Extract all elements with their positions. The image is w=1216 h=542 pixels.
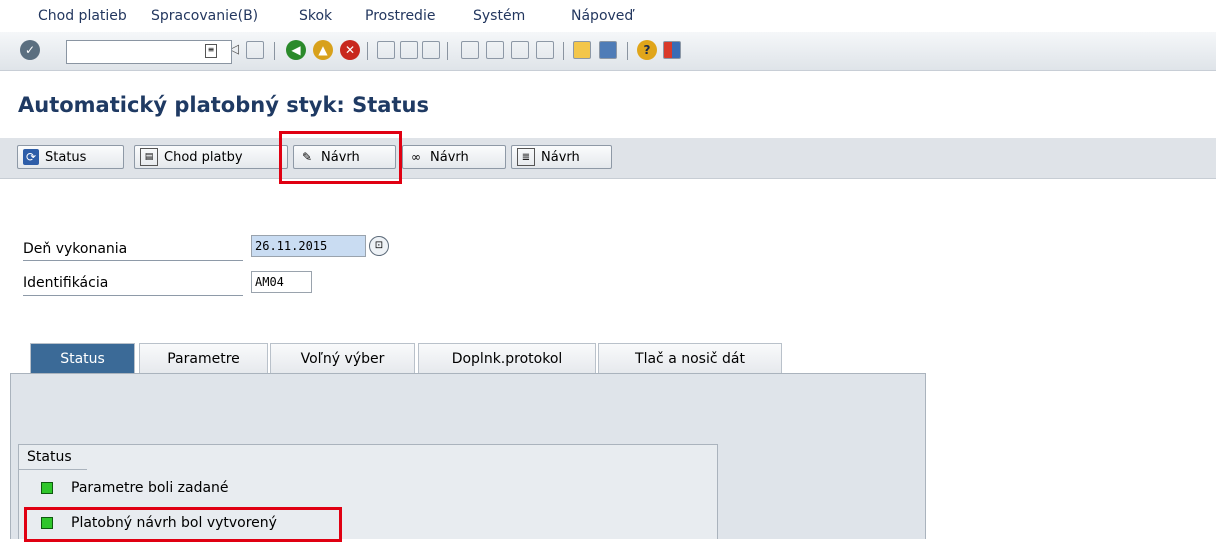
menu-system[interactable]: Systém [473,8,525,24]
print-icon[interactable] [377,41,395,59]
customize-layout-icon[interactable] [663,41,681,59]
status-button[interactable]: ⟳ Status [17,145,124,169]
highlight-proposal-created [24,507,342,542]
save-icon[interactable] [246,41,264,59]
tab-status[interactable]: Status [30,343,135,373]
menu-chod-platieb[interactable]: Chod platieb [38,8,127,24]
title-bar: Automatický platobný styk: Status [0,88,1216,126]
first-page-icon[interactable] [461,41,479,59]
status-item: Parametre boli zadané [41,480,229,496]
glasses-icon: ∞ [411,150,421,164]
run-date-field[interactable]: 26.11.2015 [251,235,366,257]
toolbar-separator [274,42,275,60]
identification-underline [23,295,243,296]
highlight-edit-proposal [279,131,402,184]
enter-icon[interactable]: ✓ [20,40,40,60]
previous-page-icon[interactable] [486,41,504,59]
identification-label: Identifikácia [23,275,109,291]
last-page-icon[interactable] [536,41,554,59]
tab-doplnk-protokol[interactable]: Doplnk.protokol [418,343,596,373]
toolbar-separator [367,42,368,60]
toolbar-separator [447,42,448,60]
run-date-underline [23,260,243,261]
help-icon[interactable]: ? [637,40,657,60]
display-proposal-button[interactable]: ∞ Návrh [402,145,506,169]
tab-tlac-a-nosic-dat[interactable]: Tlač a nosič dát [598,343,782,373]
menu-skok[interactable]: Skok [299,8,332,24]
find-next-icon[interactable] [422,41,440,59]
tab-volny-vyber[interactable]: Voľný výber [270,343,415,373]
list-icon: ≣ [517,148,535,166]
back-icon[interactable]: ◀ [286,40,306,60]
refresh-icon: ⟳ [23,149,39,165]
green-status-icon [41,482,53,494]
exit-icon[interactable]: ▲ [313,40,333,60]
menu-bar: Chod platieb Spracovanie(B) Skok Prostre… [0,0,1216,32]
menu-napoved[interactable]: Nápoveď [571,8,633,24]
next-page-icon[interactable] [511,41,529,59]
application-toolbar: ⟳ Status ▤ Chod platby ✎ Návrh ∞ Návrh ≣… [0,138,1216,179]
page-title: Automatický platobný styk: Status [18,93,429,117]
command-field-dropdown-icon[interactable]: ≡ [205,44,217,58]
new-session-icon[interactable] [573,41,591,59]
shortcut-icon[interactable] [599,41,617,59]
menu-prostredie[interactable]: Prostredie [365,8,435,24]
find-icon[interactable] [400,41,418,59]
proposal-list-button[interactable]: ≣ Návrh [511,145,612,169]
toolbar-separator [627,42,628,60]
run-date-label: Deň vykonania [23,241,128,257]
tab-parametre[interactable]: Parametre [139,343,268,373]
status-group-title: Status [27,449,72,465]
identification-field[interactable]: AM04 [251,271,312,293]
toolbar-separator [563,42,564,60]
group-title-divider [19,469,87,470]
payment-run-button[interactable]: ▤ Chod platby [134,145,288,169]
schedule-icon: ▤ [140,148,158,166]
cancel-icon[interactable]: ✕ [340,40,360,60]
menu-spracovanie[interactable]: Spracovanie(B) [151,8,258,24]
date-picker-icon[interactable]: ⊡ [369,236,389,256]
